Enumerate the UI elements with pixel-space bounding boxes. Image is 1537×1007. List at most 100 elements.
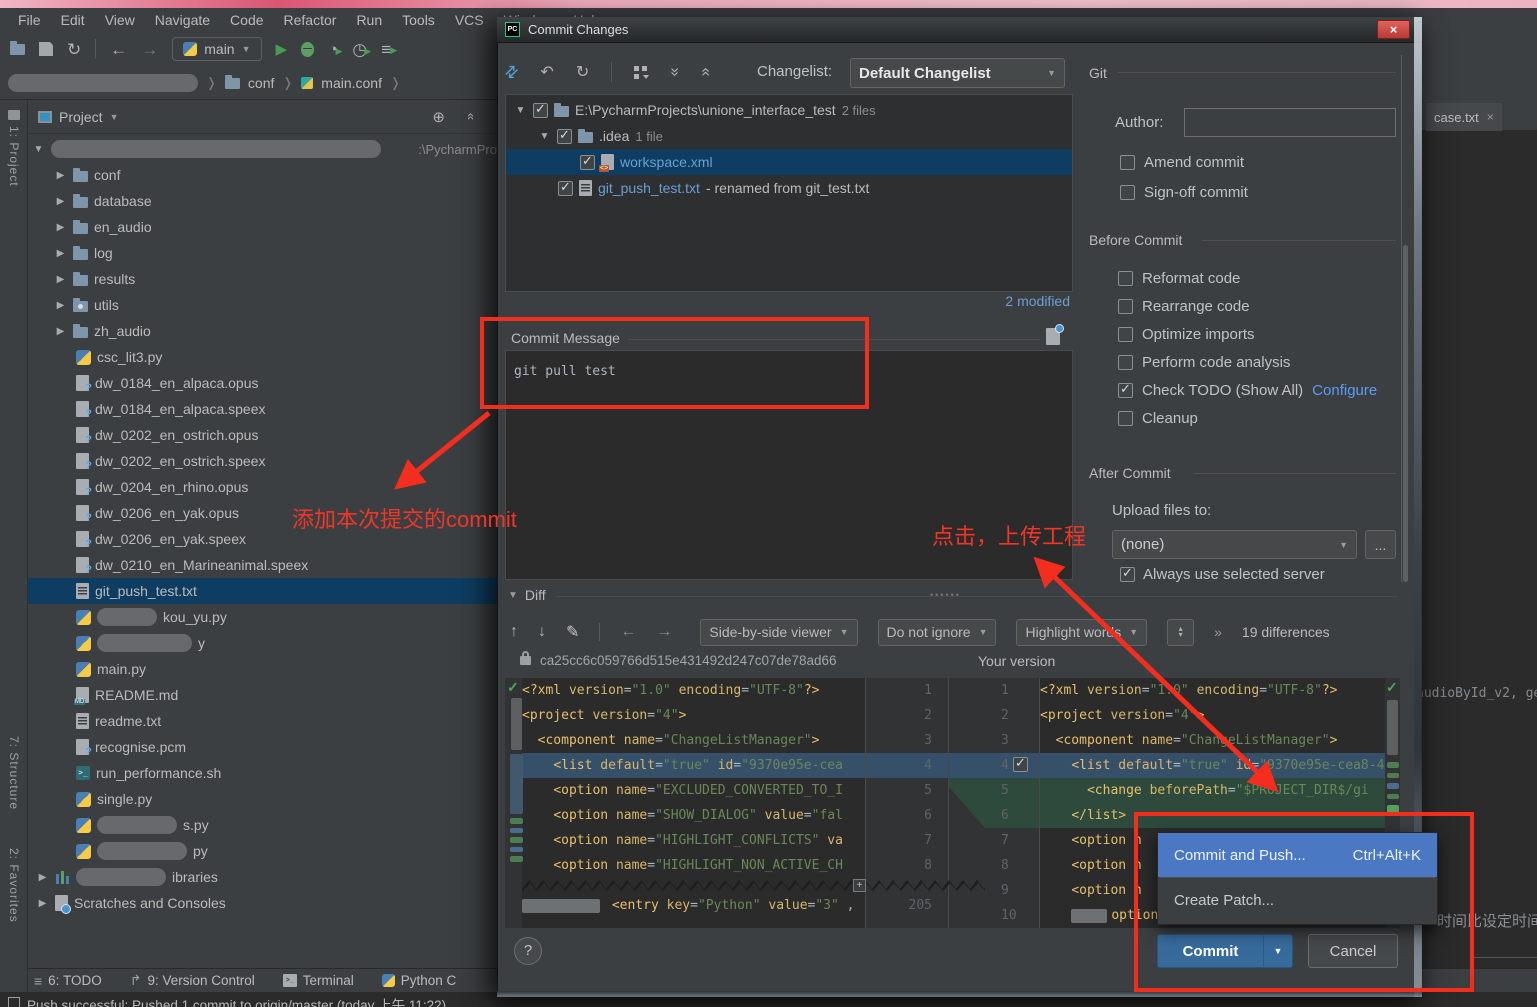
run-config-selector[interactable]: main ▼ [172,37,261,61]
include-checkbox[interactable] [558,181,573,196]
option-row-reformat[interactable]: Reformat code [1118,264,1403,292]
always-use-server-row[interactable]: Always use selected server [1120,567,1410,582]
include-checkbox[interactable] [557,129,572,144]
save-icon[interactable] [39,42,53,56]
include-checkbox[interactable] [580,155,595,170]
include-checkbox[interactable] [533,103,548,118]
reformat-checkbox[interactable] [1118,271,1133,286]
next-difference-icon[interactable]: ↓ [538,623,546,641]
refresh-icon[interactable]: ↻ [576,62,589,82]
menu-item-code[interactable]: Code [220,9,273,31]
perform-checkbox[interactable] [1118,355,1133,370]
help-button[interactable]: ? [514,937,542,965]
apply-right-icon[interactable]: → [656,623,672,641]
project-tree-item-s.py[interactable]: s.py [28,812,497,838]
tab-case-txt[interactable]: case.txt × [1426,103,1502,131]
popup-item-commit-and-push[interactable]: Commit and Push...Ctrl+Alt+K [1158,833,1437,877]
option-row-rearrange[interactable]: Rearrange code [1118,292,1403,320]
project-tree-item-recognise.pcm[interactable]: recognise.pcm [28,734,497,760]
open-icon[interactable] [10,44,25,55]
option-row-perform[interactable]: Perform code analysis [1118,348,1403,376]
menu-item-navigate[interactable]: Navigate [145,9,220,31]
project-tree-item-log[interactable]: ▶log [28,240,497,266]
highlight-dropdown[interactable]: Highlight words▼ [1016,619,1147,646]
previous-difference-icon[interactable]: ↑ [510,623,518,641]
statusbar-todo-button[interactable]: ≡6: TODO [34,973,102,989]
whitespace-dropdown[interactable]: Do not ignore▼ [878,619,997,646]
option-row-sign-off[interactable]: Sign-off commit [1120,177,1400,207]
tree-expanded-arrow-icon[interactable]: ▼ [514,105,527,116]
menu-item-vcs[interactable]: VCS [445,9,494,31]
tree-collapsed-arrow-icon[interactable]: ▶ [54,248,67,259]
include-change-checkbox[interactable] [1013,757,1028,772]
author-input[interactable] [1184,108,1396,137]
browse-server-button[interactable]: ... [1365,530,1396,559]
commit-tree-item-E:\PycharmProjects\unione_interface_test[interactable]: ▼E:\PycharmProjects\unione_interface_tes… [506,97,1072,123]
popup-item-create-patch[interactable]: Create Patch... [1158,878,1437,922]
project-tree-item-main.py[interactable]: main.py [28,656,497,682]
coverage-icon[interactable]: ◔▶ [328,41,338,58]
project-tree-item-run_performance.sh[interactable]: >_run_performance.sh [28,760,497,786]
project-tree-item-results[interactable]: ▶results [28,266,497,292]
close-icon[interactable]: × [1487,110,1494,124]
group-by-icon[interactable] [634,66,648,78]
commit-dropdown-arrow[interactable]: ▼ [1263,934,1293,968]
project-tree-item-database[interactable]: ▶database [28,188,497,214]
tree-expanded-arrow-icon[interactable]: ▼ [538,131,551,142]
viewer-dropdown[interactable]: Side-by-side viewer▼ [700,619,857,646]
project-tree-item-readme.txt[interactable]: readme.txt [28,708,497,734]
project-tree-item-dw_0184_en_alpaca.speex[interactable]: dw_0184_en_alpaca.speex [28,396,497,422]
changelist-dropdown[interactable]: Default Changelist ▼ [850,58,1065,88]
tree-collapsed-arrow-icon[interactable]: ▶ [36,872,49,883]
stripe-structure-button[interactable]: 7: Structure [7,736,21,810]
menu-item-run[interactable]: Run [346,9,392,31]
project-tree-item[interactable]: ▼:\PycharmPro [28,136,497,162]
amend-checkbox[interactable] [1120,155,1135,170]
profiler-icon[interactable]: ◷▶ [352,41,367,58]
menu-item-edit[interactable]: Edit [51,9,95,31]
project-tree-item-single.py[interactable]: single.py [28,786,497,812]
menu-item-tools[interactable]: Tools [392,9,445,31]
collapse-unchanged-icon[interactable]: ▴▾ [1167,619,1194,646]
splitter-dots[interactable]: •••••• [768,314,799,324]
rollback-icon[interactable]: ↶ [540,62,553,82]
option-row-amend[interactable]: Amend commit [1120,147,1400,177]
menu-item-view[interactable]: View [95,9,145,31]
concurrency-icon[interactable]: ≡▶ [381,41,391,58]
commit-tree-item-.idea[interactable]: ▼.idea1 file [506,123,1072,149]
option-row-check[interactable]: Check TODO (Show All)Configure [1118,376,1403,404]
splitter-dots[interactable]: •••••• [930,590,961,600]
tree-collapsed-arrow-icon[interactable]: ▶ [36,898,49,909]
commit-button[interactable]: Commit [1157,934,1263,968]
run-icon[interactable]: ▶ [276,41,288,58]
back-icon[interactable]: ← [110,41,127,58]
stripe-project-button[interactable]: 1: Project [7,126,21,187]
project-tree-item-py[interactable]: py [28,838,497,864]
project-tree-item-dw_0210_en_Marineanimal.speex[interactable]: dw_0210_en_Marineanimal.speex [28,552,497,578]
menu-item-file[interactable]: File [8,9,51,31]
message-history-icon[interactable] [1046,328,1060,345]
sync-icon[interactable]: ↻ [67,41,81,58]
project-tree-item-ibraries[interactable]: ▶ibraries [28,864,497,890]
tree-collapsed-arrow-icon[interactable]: ▶ [54,170,67,181]
project-tree-item-Scratches and Consoles[interactable]: ▶Scratches and Consoles [28,890,497,916]
project-tree-item-csc_lit3.py[interactable]: csc_lit3.py [28,344,497,370]
locate-icon[interactable]: ⊕ [432,108,445,126]
tree-collapsed-arrow-icon[interactable]: ▶ [54,326,67,337]
collapsed-region[interactable] [522,878,985,893]
apply-left-icon[interactable]: ← [620,623,636,641]
cancel-button[interactable]: Cancel [1308,934,1398,968]
option-row-cleanup[interactable]: Cleanup [1118,404,1403,432]
project-tree-item-en_audio[interactable]: ▶en_audio [28,214,497,240]
forward-icon[interactable]: → [141,41,158,58]
statusbar-vcs-button[interactable]: ↱9: Version Control [130,972,255,989]
optimize-checkbox[interactable] [1118,327,1133,342]
project-tree-item-dw_0184_en_alpaca.opus[interactable]: dw_0184_en_alpaca.opus [28,370,497,396]
breadcrumb-item-mainconf[interactable]: main.conf [321,75,382,91]
cleanup-checkbox[interactable] [1118,411,1133,426]
more-chevrons[interactable]: » [1214,624,1222,640]
project-tree-item-kou_yu.py[interactable]: kou_yu.py [28,604,497,630]
dialog-close-button[interactable]: × [1377,20,1410,39]
expand-fold-button[interactable]: + [853,879,866,892]
commit-tree-item-workspace.xml[interactable]: workspace.xml [506,149,1072,175]
